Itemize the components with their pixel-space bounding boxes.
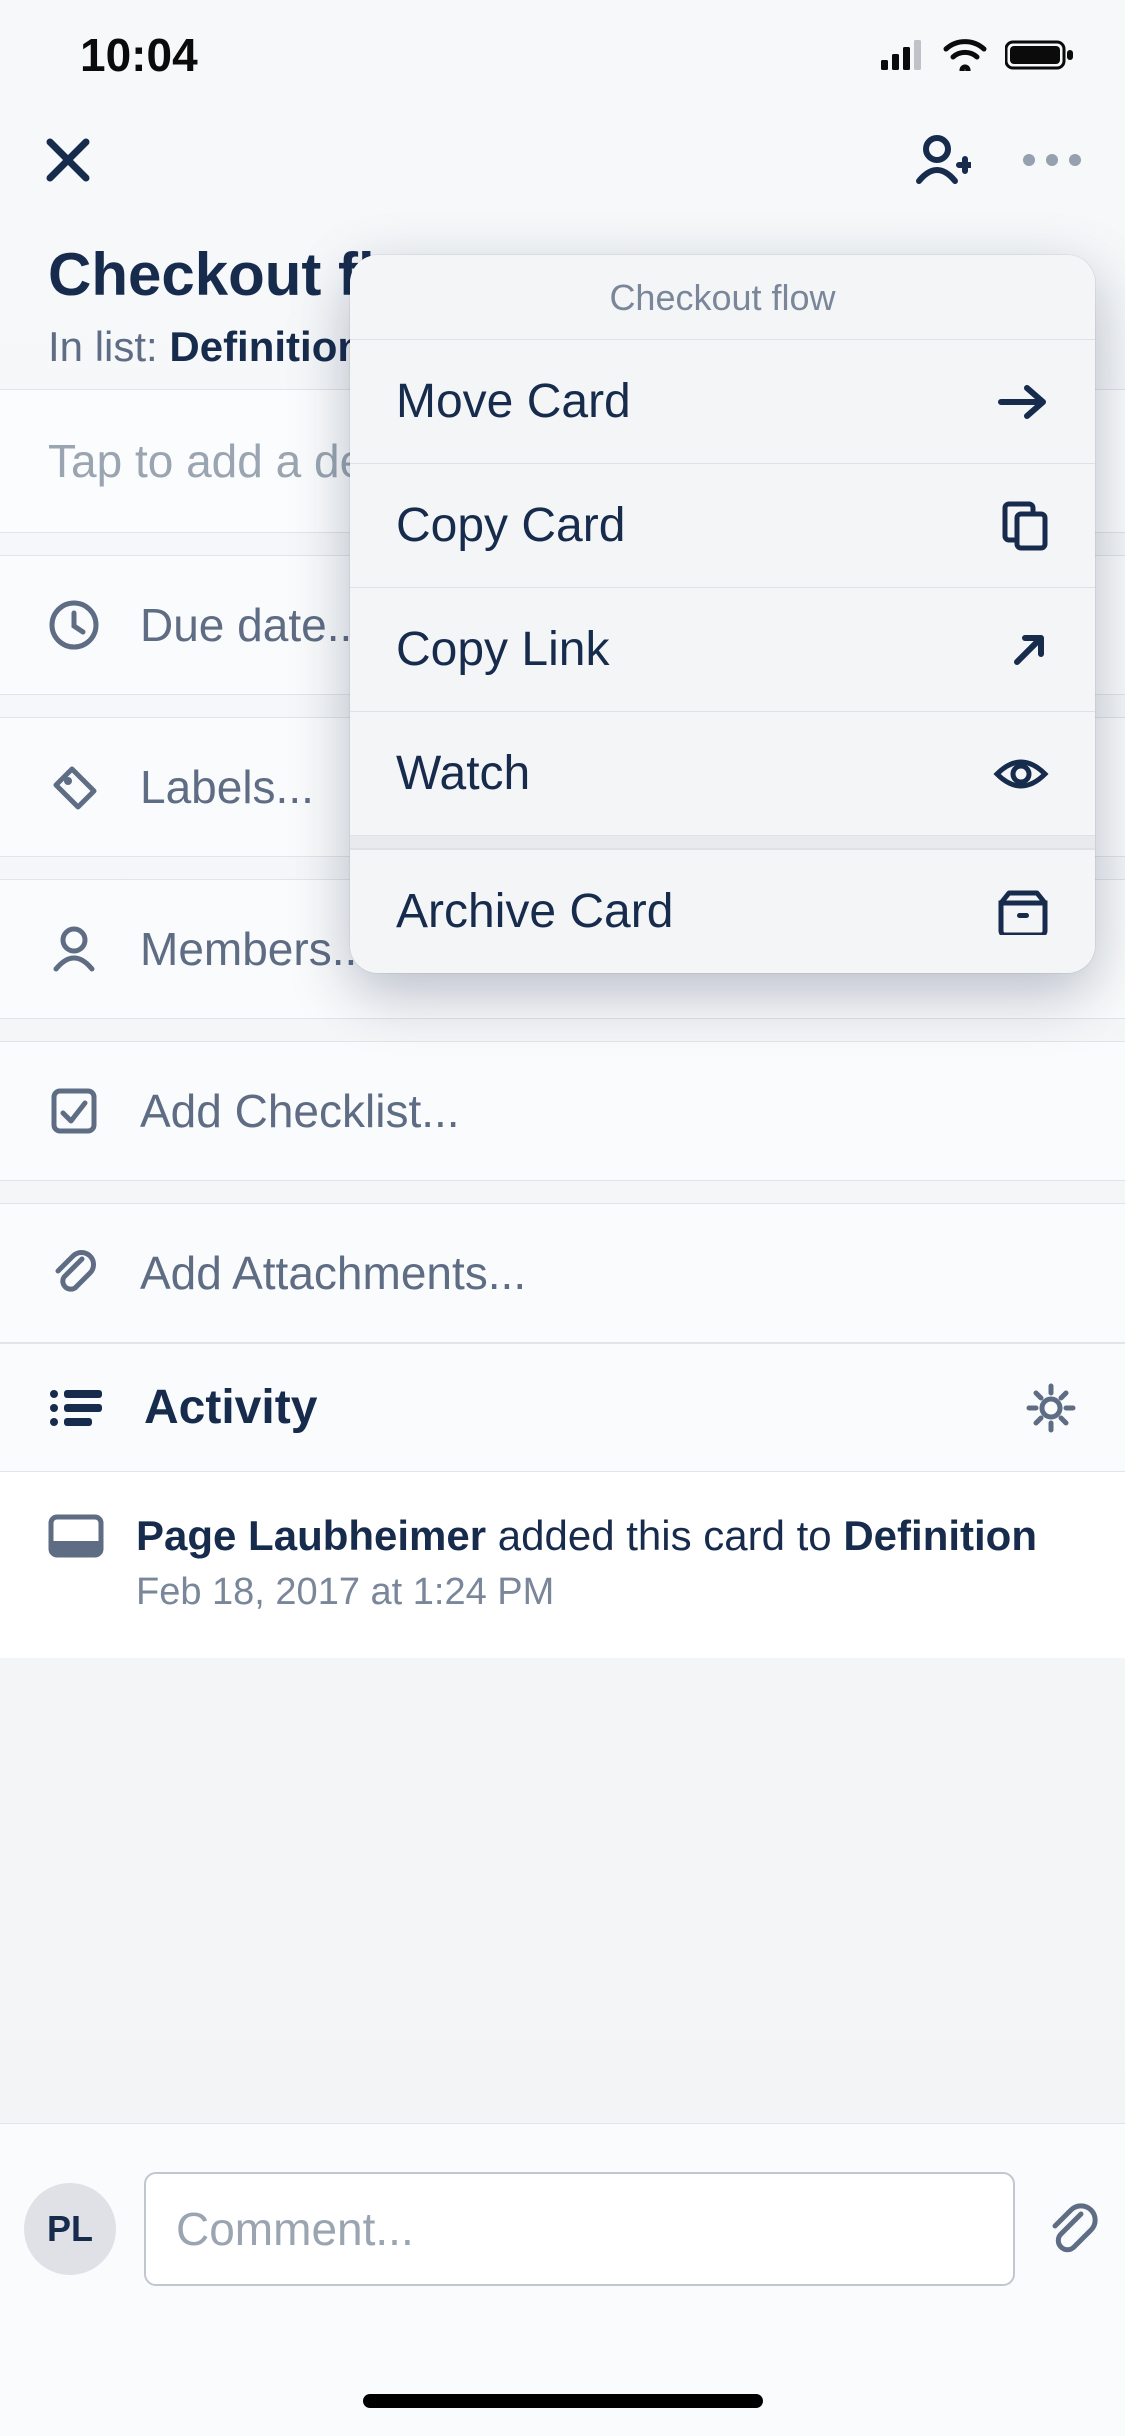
- checklist-row[interactable]: Add Checklist...: [0, 1041, 1125, 1181]
- activity-header: Activity: [0, 1343, 1125, 1471]
- move-card-label: Move Card: [396, 374, 631, 429]
- activity-icon: [48, 1387, 104, 1429]
- watch-item[interactable]: Watch: [350, 711, 1095, 835]
- home-indicator: [363, 2394, 763, 2408]
- arrow-up-right-icon: [1009, 630, 1049, 670]
- copy-card-label: Copy Card: [396, 498, 625, 553]
- card-icon: [48, 1514, 104, 1558]
- copy-link-item[interactable]: Copy Link: [350, 587, 1095, 711]
- members-label: Members...: [140, 922, 370, 976]
- status-bar: 10:04: [0, 0, 1125, 110]
- status-time: 10:04: [80, 28, 198, 82]
- paperclip-icon: [48, 1247, 100, 1299]
- checklist-label: Add Checklist...: [140, 1084, 460, 1138]
- activity-label: Activity: [144, 1380, 317, 1435]
- screen: 10:04 Ch: [0, 0, 1125, 2436]
- close-icon[interactable]: [40, 132, 96, 188]
- wifi-icon: [943, 39, 987, 71]
- battery-icon: [1005, 39, 1075, 71]
- comment-footer: PL Comment...: [0, 2123, 1125, 2436]
- attachments-row[interactable]: Add Attachments...: [0, 1203, 1125, 1343]
- labels-label: Labels...: [140, 760, 314, 814]
- tag-icon: [48, 761, 100, 813]
- attachments-label: Add Attachments...: [140, 1246, 526, 1300]
- eye-icon: [993, 754, 1049, 794]
- nav-bar: [0, 110, 1125, 210]
- copy-icon: [1001, 500, 1049, 552]
- activity-mid: added this card to: [486, 1512, 843, 1559]
- checkbox-icon: [48, 1085, 100, 1137]
- copy-card-item[interactable]: Copy Card: [350, 463, 1095, 587]
- due-date-label: Due date...: [140, 598, 365, 652]
- copy-link-label: Copy Link: [396, 622, 609, 677]
- archive-card-item[interactable]: Archive Card: [350, 849, 1095, 973]
- more-icon[interactable]: [1019, 150, 1085, 170]
- activity-list: Definition: [843, 1512, 1037, 1559]
- person-icon: [48, 923, 100, 975]
- activity-text: Page Laubheimer added this card to Defin…: [136, 1508, 1037, 1565]
- archive-icon: [997, 889, 1049, 935]
- add-member-icon[interactable]: [913, 131, 971, 189]
- attach-icon[interactable]: [1043, 2200, 1101, 2258]
- clock-icon: [48, 599, 100, 651]
- popover-title: Checkout flow: [350, 255, 1095, 339]
- archive-card-label: Archive Card: [396, 884, 673, 939]
- arrow-right-icon: [995, 382, 1049, 422]
- move-card-item[interactable]: Move Card: [350, 339, 1095, 463]
- popover-separator: [350, 835, 1095, 849]
- card-actions-popover: Checkout flow Move Card Copy Card Copy L…: [350, 255, 1095, 973]
- activity-actor: Page Laubheimer: [136, 1512, 486, 1559]
- avatar[interactable]: PL: [24, 2183, 116, 2275]
- status-indicators: [881, 39, 1075, 71]
- comment-input[interactable]: Comment...: [144, 2172, 1015, 2286]
- activity-entry: Page Laubheimer added this card to Defin…: [0, 1471, 1125, 1658]
- gear-icon[interactable]: [1025, 1382, 1077, 1434]
- list-prefix: In list:: [48, 323, 169, 370]
- watch-label: Watch: [396, 746, 530, 801]
- activity-timestamp: Feb 18, 2017 at 1:24 PM: [136, 1571, 1037, 1614]
- list-name: Definition: [169, 323, 363, 370]
- cellular-icon: [881, 40, 925, 70]
